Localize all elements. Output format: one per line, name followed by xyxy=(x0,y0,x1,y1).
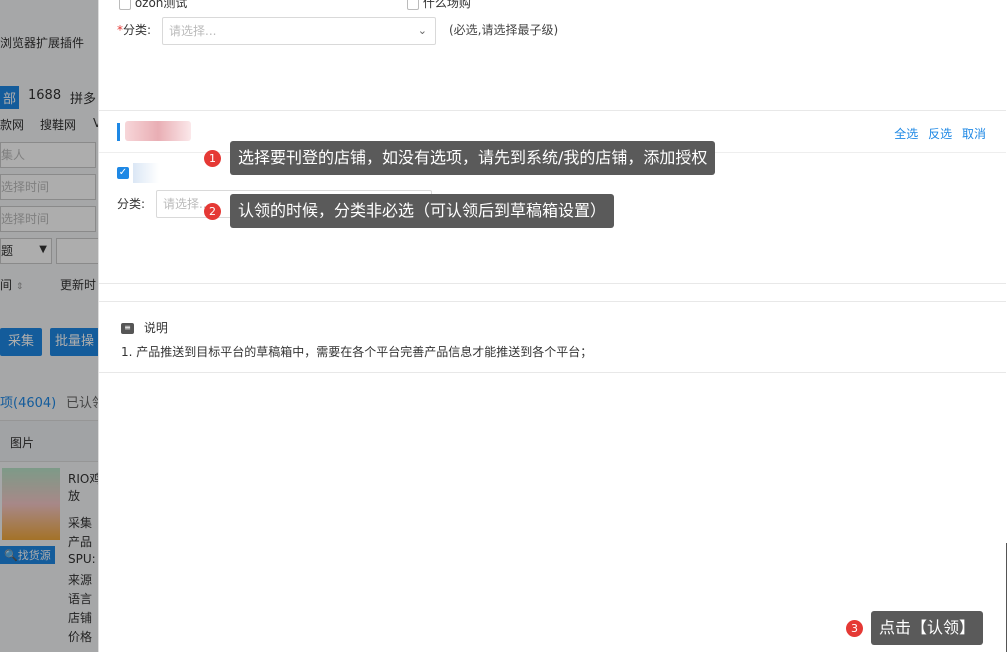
tip-3-claim[interactable]: 点击【认领】 xyxy=(871,611,984,645)
step-badge-3: 3 xyxy=(846,620,863,637)
modal-mask xyxy=(0,0,100,652)
shop-category-label: 分类: xyxy=(117,197,146,211)
shop-name-blurred xyxy=(132,163,159,183)
select-all-link[interactable]: 全选 xyxy=(894,127,918,141)
claim-drawer: ozon测试 什么场购 *分类: 请选择... ⌄ (必选,请选择最子级) 全选… xyxy=(98,0,1007,652)
checkbox-checked[interactable]: ✓ xyxy=(117,167,129,179)
step-badge-1: 1 xyxy=(204,150,221,167)
comment-icon: ≡ xyxy=(121,323,134,334)
notes-line: 1. 产品推送到目标平台的草稿箱中，需要在各个平台完善产品信息才能推送到各个平台… xyxy=(121,345,593,359)
notes-card: ≡ 说明 1. 产品推送到目标平台的草稿箱中，需要在各个平台完善产品信息才能推送… xyxy=(99,301,1006,373)
category-select[interactable]: 请选择... ⌄ xyxy=(162,17,436,45)
section-bar xyxy=(117,123,120,141)
tip-2: 认领的时候，分类非必选（可认领后到草稿箱设置） xyxy=(230,194,615,228)
option-ozon[interactable]: ozon测试 xyxy=(119,0,187,11)
category-label: *分类: xyxy=(117,23,152,37)
checkbox[interactable] xyxy=(119,0,131,10)
tip-1: 选择要刊登的店铺，如没有选项，请先到系统/我的店铺，添加授权 xyxy=(230,141,716,175)
invert-link[interactable]: 反选 xyxy=(928,127,952,141)
shop-item[interactable]: ✓ xyxy=(117,163,159,183)
category-hint: (必选,请选择最子级) xyxy=(449,23,559,37)
section-title-blurred xyxy=(125,121,191,141)
checkbox[interactable] xyxy=(407,0,419,10)
cancel-link[interactable]: 取消 xyxy=(962,127,986,141)
chevron-down-icon: ⌄ xyxy=(417,24,427,37)
option-2[interactable]: 什么场购 xyxy=(407,0,471,11)
step-badge-2: 2 xyxy=(204,203,221,220)
notes-title: ≡ 说明 xyxy=(121,319,168,336)
